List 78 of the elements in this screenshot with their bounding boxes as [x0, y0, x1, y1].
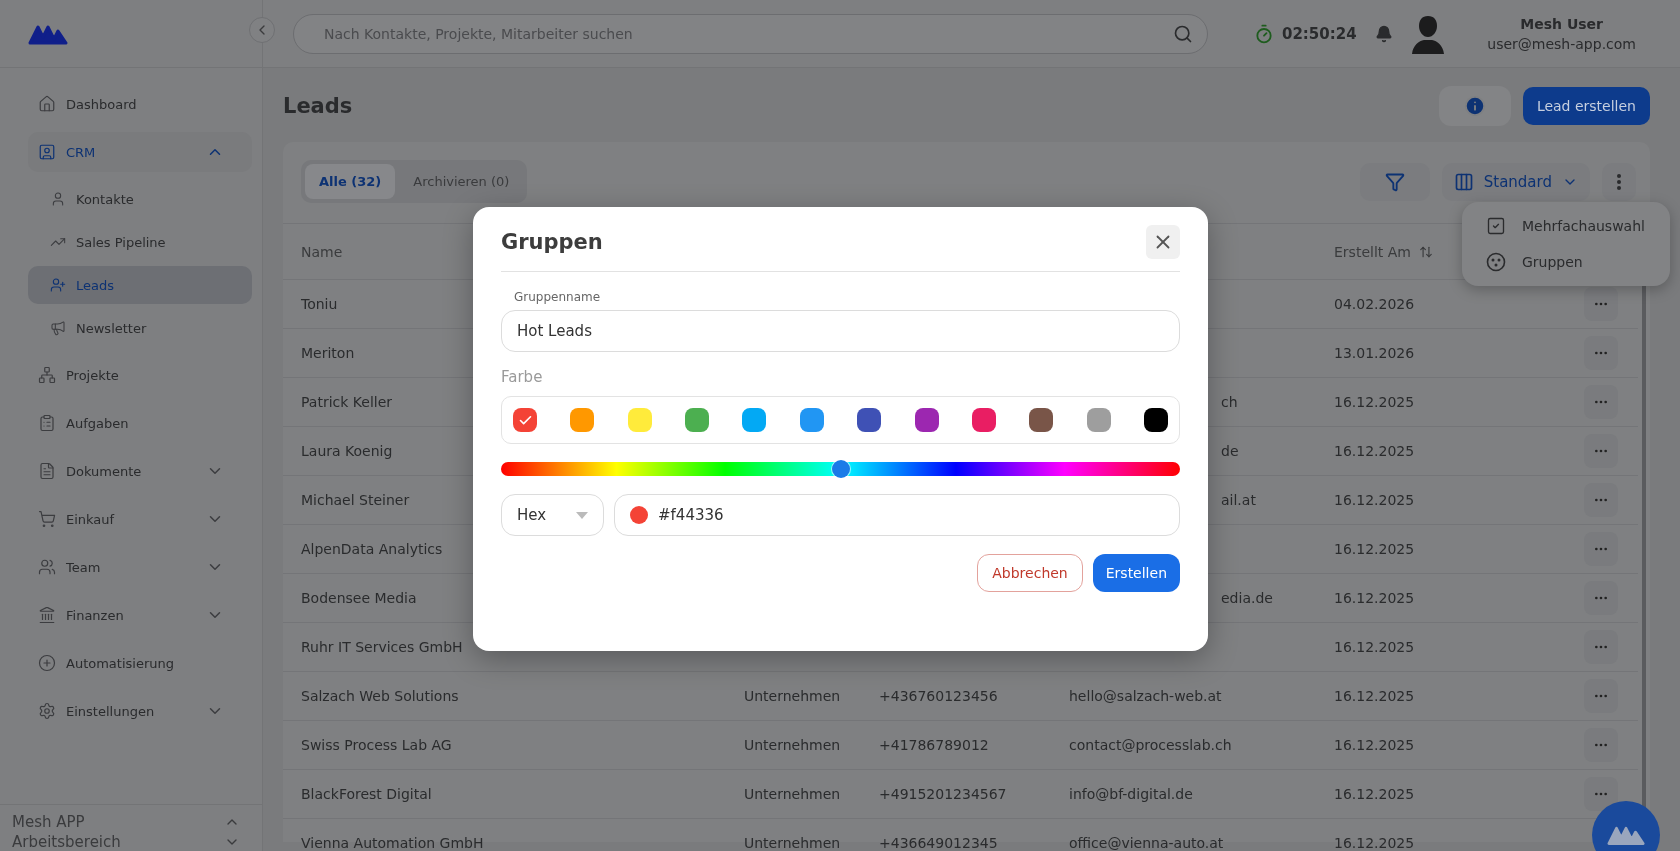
search-field[interactable]: Nach Kontakte, Projekte, Mitarbeiter suchen — [293, 13, 1208, 54]
table-cell: Unternehmen — [744, 737, 841, 753]
table-cell: Patrick Keller — [301, 394, 393, 410]
table-cell-text: ail.at — [1220, 492, 1256, 508]
table-cell: +41786789012 — [879, 737, 989, 753]
cancel-button[interactable]: Abbrechen — [977, 554, 1083, 592]
table-cell: 16.12.2025 — [1334, 541, 1415, 557]
table-cell: Meriton — [301, 345, 355, 361]
sidebar-item[interactable]: Einstellungen — [28, 691, 252, 731]
hex-field[interactable]: #f44336 — [614, 494, 1180, 536]
sidebar-item[interactable]: Leads — [28, 266, 252, 304]
table-cell: Ruhr IT Services GmbH — [301, 639, 463, 655]
table-cell: 16.12.2025 — [1334, 492, 1415, 508]
table-cell: 16.12.2025 — [1334, 688, 1415, 704]
column-header[interactable]: Erstellt Am — [1334, 243, 1433, 260]
table-cell-text: ch — [1220, 394, 1238, 410]
table-cell: Bodensee Media — [301, 590, 417, 606]
sidebar-item[interactable]: Dokumente — [28, 451, 252, 491]
table-cell: contact@processlab.ch — [1069, 737, 1232, 753]
workspace-app[interactable]: Mesh APP — [12, 813, 85, 831]
table-cell: hello@salzach-web.at — [1069, 688, 1222, 704]
table-cell: 16.12.2025 — [1334, 639, 1415, 655]
table-cell: Vienna Automation GmbH — [301, 835, 484, 851]
sidebar-item[interactable]: Einkauf — [28, 499, 252, 539]
table-cell: Toniu — [301, 296, 338, 312]
dialog-title: Gruppen — [501, 230, 603, 254]
sidebar-item[interactable]: Projekte — [28, 355, 252, 395]
format-select[interactable]: Hex — [501, 494, 604, 536]
sidebar-item[interactable]: Sales Pipeline — [28, 223, 252, 261]
table-cell: 16.12.2025 — [1334, 835, 1415, 851]
sidebar-item[interactable]: Automatisierung — [28, 643, 252, 683]
table-cell: Laura Koenig — [301, 443, 393, 459]
sidebar-item[interactable]: Aufgaben — [28, 403, 252, 443]
table-cell: 16.12.2025 — [1334, 786, 1415, 802]
search-input[interactable]: Nach Kontakte, Projekte, Mitarbeiter suchen — [322, 24, 1173, 43]
sidebar-item[interactable]: Team — [28, 547, 252, 587]
tab[interactable]: Alle (32) — [305, 164, 396, 199]
table-cell: Salzach Web Solutions — [301, 688, 459, 704]
table-cell: Unternehmen — [744, 688, 841, 704]
table-cell: Unternehmen — [744, 835, 841, 851]
workspace-label[interactable]: Arbeitsbereich — [12, 833, 121, 851]
table-cell: 16.12.2025 — [1334, 443, 1415, 459]
sidebar-item[interactable]: Dashboard — [28, 84, 252, 124]
sidebar-item[interactable]: CRM — [28, 132, 252, 172]
column-header: Name — [301, 243, 343, 260]
section-label: Farbe — [501, 368, 544, 386]
field-label: Gruppenname — [514, 290, 602, 304]
menu-item[interactable]: Mehrfachauswahl — [1462, 208, 1670, 244]
sidebar-item[interactable]: Finanzen — [28, 595, 252, 635]
sidebar-item[interactable]: Kontakte — [28, 180, 252, 218]
user-email: user@mesh-app.com — [1487, 35, 1636, 52]
table-cell: 13.01.2026 — [1334, 345, 1415, 361]
menu-item[interactable]: Gruppen — [1462, 244, 1670, 280]
user-name: Mesh User — [1520, 15, 1603, 32]
input-field[interactable]: Hot Leads — [501, 310, 1180, 352]
create-lead-button[interactable]: Lead erstellen — [1522, 87, 1650, 125]
table-cell: 16.12.2025 — [1334, 394, 1415, 410]
table-cell: +436649012345 — [879, 835, 998, 851]
table-cell-text: edia.de — [1220, 590, 1273, 606]
tab[interactable]: Archivieren (0) — [399, 164, 524, 199]
page-title: Leads — [283, 94, 354, 118]
table-cell: Michael Steiner — [301, 492, 410, 508]
table-cell: 16.12.2025 — [1334, 737, 1415, 753]
timer-text: 02:50:24 — [1282, 24, 1357, 43]
table-cell: BlackForest Digital — [301, 786, 432, 802]
sidebar-item[interactable]: Newsletter — [28, 309, 252, 347]
table-cell: Swiss Process Lab AG — [301, 737, 452, 753]
table-cell: Unternehmen — [744, 786, 841, 802]
create-button[interactable]: Erstellen — [1092, 554, 1180, 592]
table-cell: info@bf-digital.de — [1069, 786, 1193, 802]
table-cell: +4915201234567 — [879, 786, 1007, 802]
table-cell: 04.02.2026 — [1334, 296, 1415, 312]
table-cell: AlpenData Analytics — [301, 541, 443, 557]
table-cell: 16.12.2025 — [1334, 590, 1415, 606]
table-cell-text: de — [1220, 443, 1239, 459]
table-cell: office@vienna-auto.at — [1069, 835, 1224, 851]
view-select[interactable]: Standard — [1441, 162, 1590, 201]
table-cell: +436760123456 — [879, 688, 998, 704]
